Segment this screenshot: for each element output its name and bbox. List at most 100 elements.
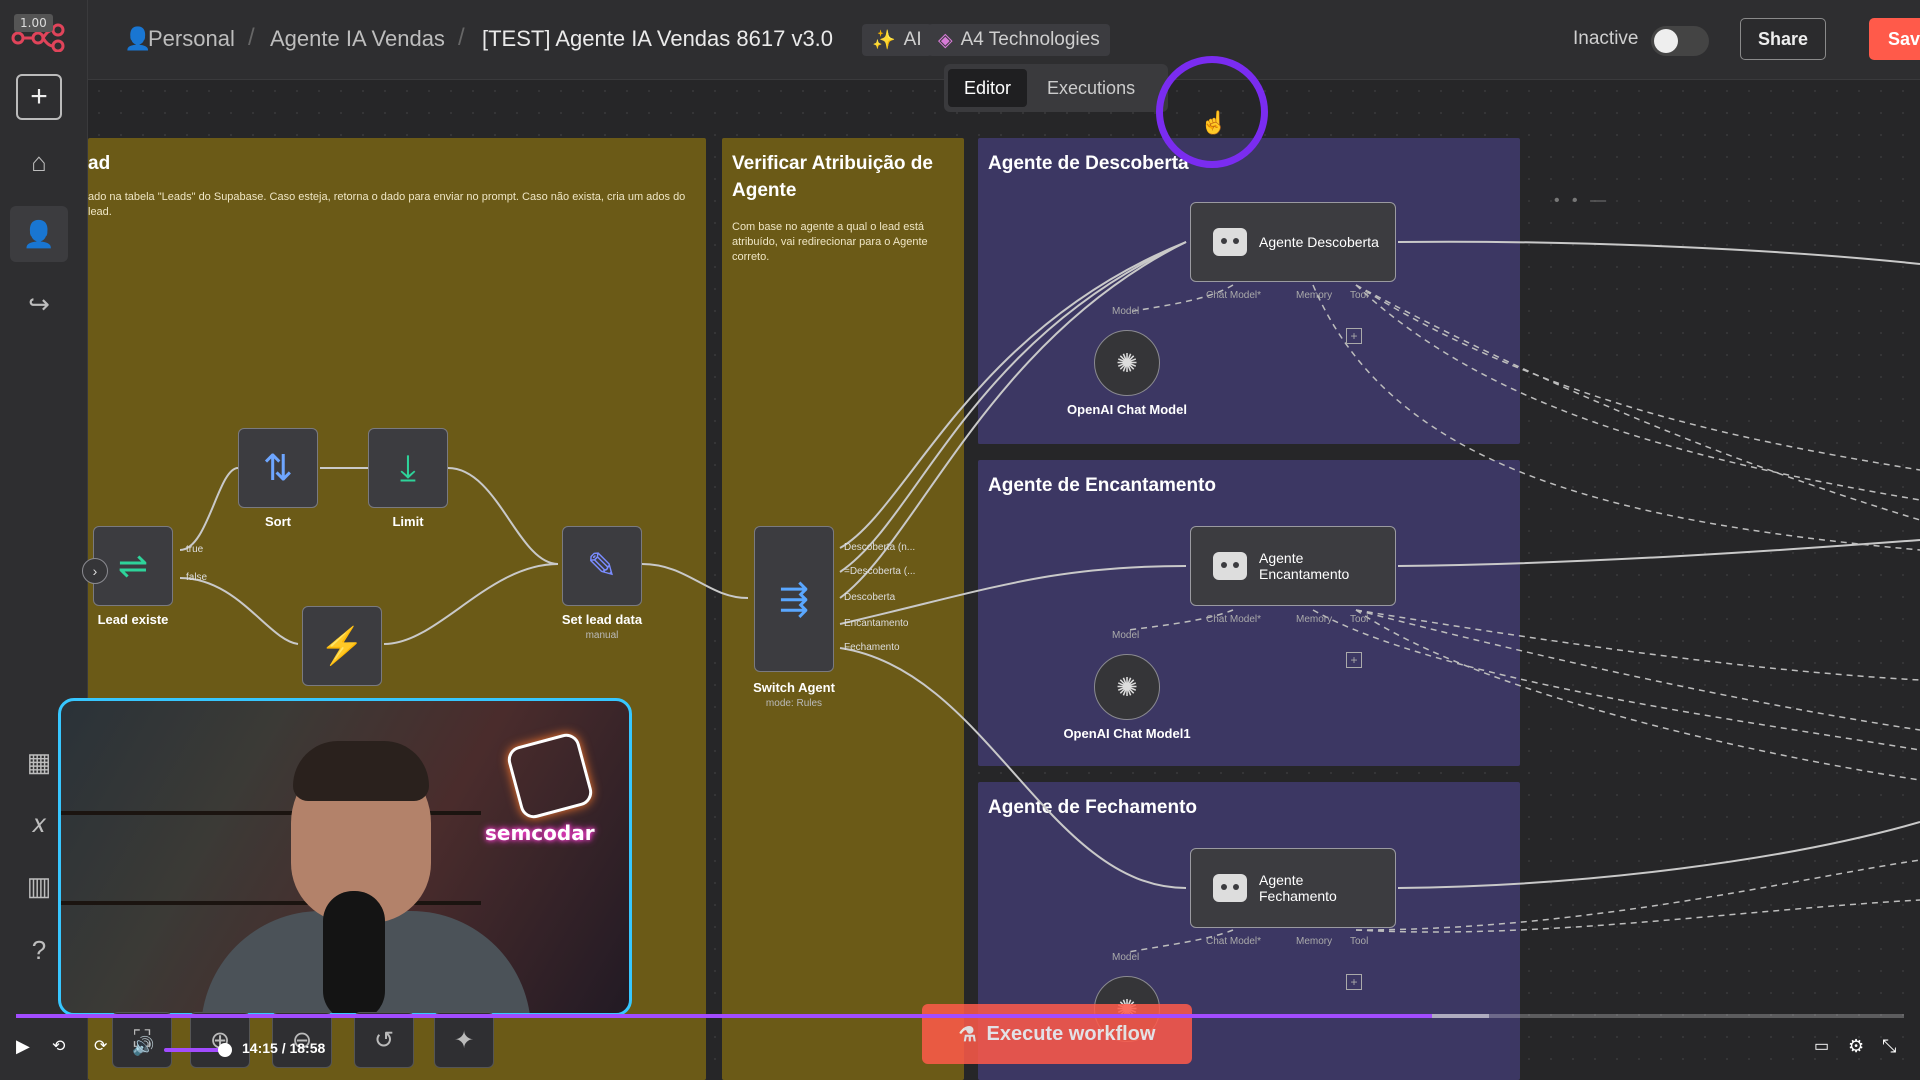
group-encantamento[interactable]: Agente de Encantamento xyxy=(978,460,1520,766)
switch-output: Encantamento xyxy=(844,618,909,629)
switch-output: Descoberta xyxy=(844,592,896,603)
save-button[interactable]: Save xyxy=(1869,18,1920,60)
tag-ai[interactable]: ✨ AI xyxy=(862,24,932,56)
port-true: true xyxy=(186,544,204,555)
group-title: Verificar Atribuição de Agente xyxy=(732,153,933,201)
flask-icon: ⚗ xyxy=(958,1023,977,1046)
active-toggle[interactable] xyxy=(1651,26,1709,56)
tag-a4[interactable]: ◈ A4 Technologies xyxy=(928,24,1110,56)
node-agente-descoberta[interactable]: Agente Descoberta xyxy=(1190,202,1396,282)
port-model: Model xyxy=(1112,306,1140,317)
video-time: 14:15 / 18:58 xyxy=(242,1040,326,1056)
tag-label: A4 Technologies xyxy=(960,29,1100,50)
port-tool: Tool xyxy=(1350,290,1369,301)
volume-knob[interactable] xyxy=(218,1043,232,1057)
add-tool-icon[interactable]: + xyxy=(1346,974,1362,990)
home-icon[interactable]: ⌂ xyxy=(10,134,68,190)
execute-workflow-button[interactable]: ⚗ Execute workflow xyxy=(922,1004,1192,1064)
execute-label: Execute workflow xyxy=(986,1022,1156,1045)
tab-executions[interactable]: Executions xyxy=(1031,69,1151,107)
switch-output: Fechamento xyxy=(844,642,900,653)
robot-icon xyxy=(1213,552,1247,580)
video-progress-bar[interactable] xyxy=(16,1014,1904,1018)
port-chat-model: Chat Model* xyxy=(1206,614,1262,625)
node-agente-encantamento[interactable]: Agente Encantamento xyxy=(1190,526,1396,606)
sort-icon: ⇅ xyxy=(262,447,294,488)
chevron-right-icon[interactable]: › xyxy=(82,558,108,584)
reset-zoom-icon[interactable]: ↺ xyxy=(354,1012,414,1068)
volume-slider[interactable] xyxy=(164,1048,224,1052)
node-label: OpenAI Chat Model1 xyxy=(1063,726,1191,741)
tag-label: AI xyxy=(903,29,922,50)
share-button[interactable]: Share xyxy=(1740,18,1826,60)
group-title: ad xyxy=(88,153,111,174)
node-agente-fechamento[interactable]: Agente Fechamento xyxy=(1190,848,1396,928)
port-memory: Memory xyxy=(1296,290,1333,301)
zoom-badge: 1.00 xyxy=(14,14,53,32)
node-sort[interactable]: ⇅ xyxy=(238,428,318,508)
share-arrow-icon[interactable]: ↪ xyxy=(10,276,68,332)
limit-icon: ⤓ xyxy=(400,446,416,488)
group-handle-dots: • • — xyxy=(1554,192,1611,209)
status-label: Inactive xyxy=(1573,28,1639,49)
openai-icon[interactable]: ✺ xyxy=(1094,654,1160,720)
tidy-up-icon[interactable]: ✦ xyxy=(434,1012,494,1068)
breadcrumb-project[interactable]: Agente IA Vendas xyxy=(270,26,445,52)
switch-output: Descoberta (n... xyxy=(844,542,916,553)
video-buffer xyxy=(1432,1014,1489,1018)
rewind-10-icon[interactable]: ⟲ xyxy=(52,1036,65,1056)
node-label: Lead existe xyxy=(97,612,169,627)
port-model: Model xyxy=(1112,630,1140,641)
node-supabase[interactable]: ⚡ xyxy=(302,606,382,686)
breadcrumb-personal[interactable]: Personal xyxy=(148,26,235,52)
robot-icon xyxy=(1213,874,1247,902)
group-description: ado na tabela "Leads" do Supabase. Caso … xyxy=(88,191,686,218)
node-switch-agent[interactable]: ⇶ xyxy=(754,526,834,672)
group-title: Agente de Encantamento xyxy=(988,475,1217,496)
workflow-title[interactable]: [TEST] Agente IA Vendas 8617 v3.0 xyxy=(482,26,833,52)
node-label: Set lead data xyxy=(561,612,643,627)
presenter-hair xyxy=(293,741,429,801)
port-chat-model: Chat Model* xyxy=(1206,290,1262,301)
brand-neon-sign: semcodar xyxy=(485,821,595,845)
play-icon[interactable]: ▶ xyxy=(16,1036,30,1057)
captions-icon[interactable]: ▭ xyxy=(1814,1036,1829,1056)
exit-fullscreen-icon[interactable]: ⤡ xyxy=(1882,1036,1896,1057)
add-tool-icon[interactable]: + xyxy=(1346,652,1362,668)
app-root: 1.00 + ⌂ 👤 ↪ ▦ 𝑥 ▥ ? 👤 Personal / Agente… xyxy=(0,0,1920,1080)
node-sublabel: mode: Rules xyxy=(765,698,823,709)
node-label: Agente Descoberta xyxy=(1259,234,1379,250)
openai-icon[interactable]: ✺ xyxy=(1094,330,1160,396)
node-set-lead-data[interactable]: ✎ xyxy=(562,526,642,606)
add-tool-icon[interactable]: + xyxy=(1346,328,1362,344)
pencil-icon: ✎ xyxy=(586,545,618,586)
node-label: Switch Agent xyxy=(753,680,835,695)
port-tool: Tool xyxy=(1350,614,1369,625)
volume-icon[interactable]: 🔊 xyxy=(132,1036,154,1057)
robot-icon xyxy=(1213,228,1247,256)
port-memory: Memory xyxy=(1296,936,1333,947)
pointer-cursor-icon: ☝ xyxy=(1200,110,1228,135)
settings-gear-icon[interactable]: ⚙ xyxy=(1848,1036,1864,1057)
tag-icon: ◈ xyxy=(938,29,953,51)
tab-editor[interactable]: Editor xyxy=(948,69,1028,107)
switch-output: =Descoberta (... xyxy=(844,566,916,577)
forward-10-icon[interactable]: ⟳ xyxy=(94,1036,107,1056)
switch-icon: ⇶ xyxy=(778,578,810,619)
editor-tabs: Editor Executions xyxy=(944,64,1168,112)
toggle-knob xyxy=(1654,29,1678,53)
if-icon: ⇌ xyxy=(117,545,149,586)
video-played xyxy=(16,1014,1432,1018)
node-sublabel: manual xyxy=(585,630,619,641)
rocket-logo-icon xyxy=(504,730,596,822)
user-icon[interactable]: 👤 xyxy=(10,206,68,262)
zoom-in-icon[interactable]: ⊕ xyxy=(190,1012,250,1068)
node-label: Limit xyxy=(392,514,424,529)
port-model: Model xyxy=(1112,952,1140,963)
add-icon[interactable]: + xyxy=(16,74,62,120)
webcam-overlay: semcodar xyxy=(58,698,632,1016)
node-limit[interactable]: ⤓ xyxy=(368,428,448,508)
lightning-icon: ⚡ xyxy=(319,625,365,666)
microphone xyxy=(323,891,385,1013)
node-label: Agente Encantamento xyxy=(1259,550,1350,582)
